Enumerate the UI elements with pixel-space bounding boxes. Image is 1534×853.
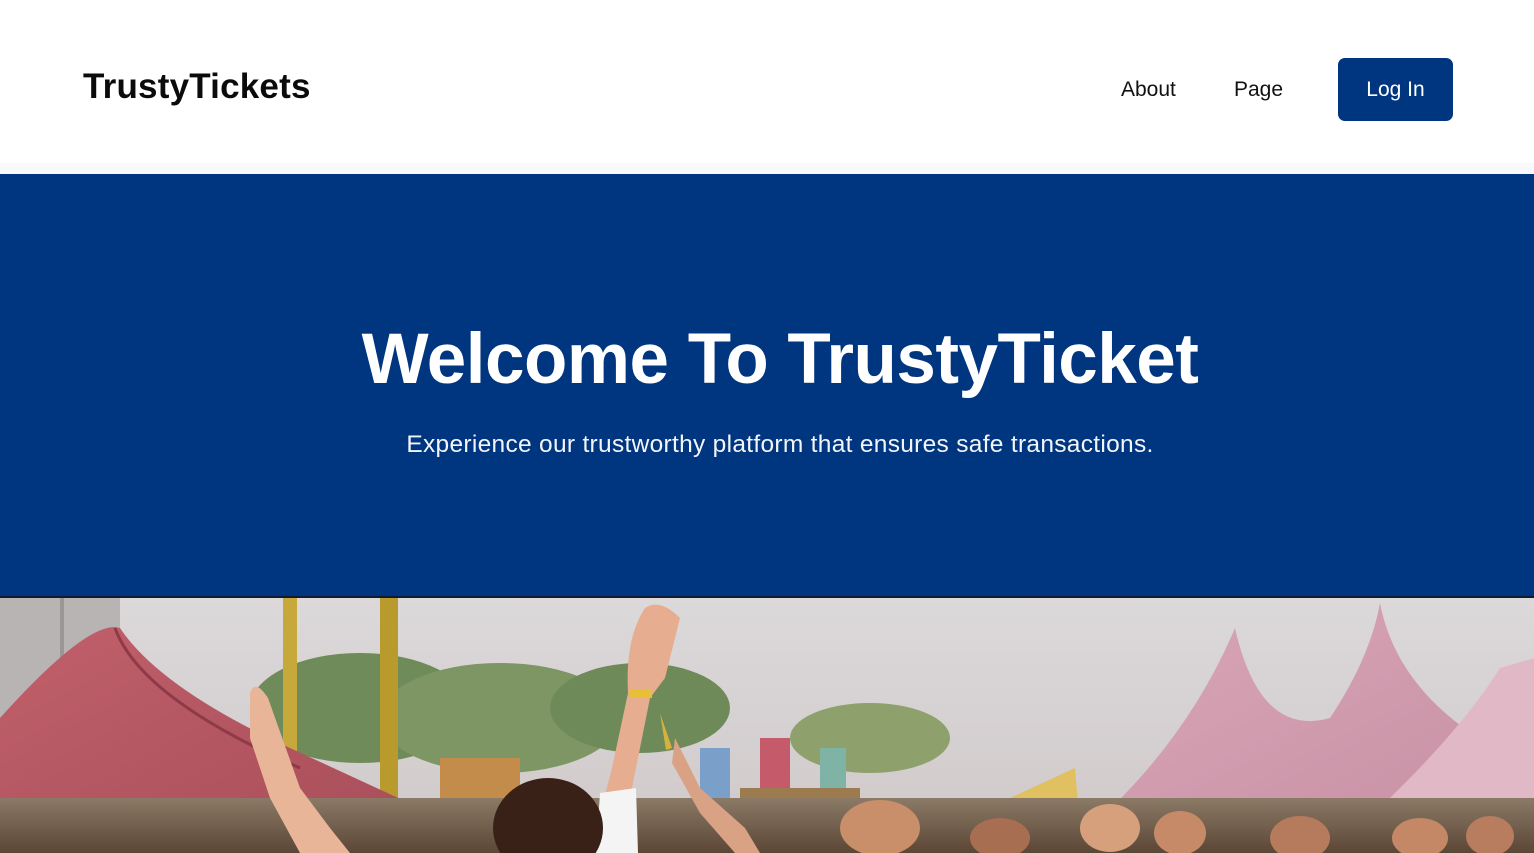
site-header: TrustyTickets About Page Log In	[0, 0, 1534, 163]
nav-link-about[interactable]: About	[1121, 76, 1176, 104]
hero-title: Welcome To TrustyTicket	[361, 320, 1199, 399]
nav-link-page[interactable]: Page	[1234, 76, 1283, 104]
brand-logo[interactable]: TrustyTickets	[83, 66, 311, 108]
hero-subtitle: Experience our trustworthy platform that…	[406, 431, 1154, 458]
festival-crowd-image	[0, 598, 1534, 853]
header-divider	[0, 163, 1534, 174]
login-button[interactable]: Log In	[1338, 58, 1453, 121]
